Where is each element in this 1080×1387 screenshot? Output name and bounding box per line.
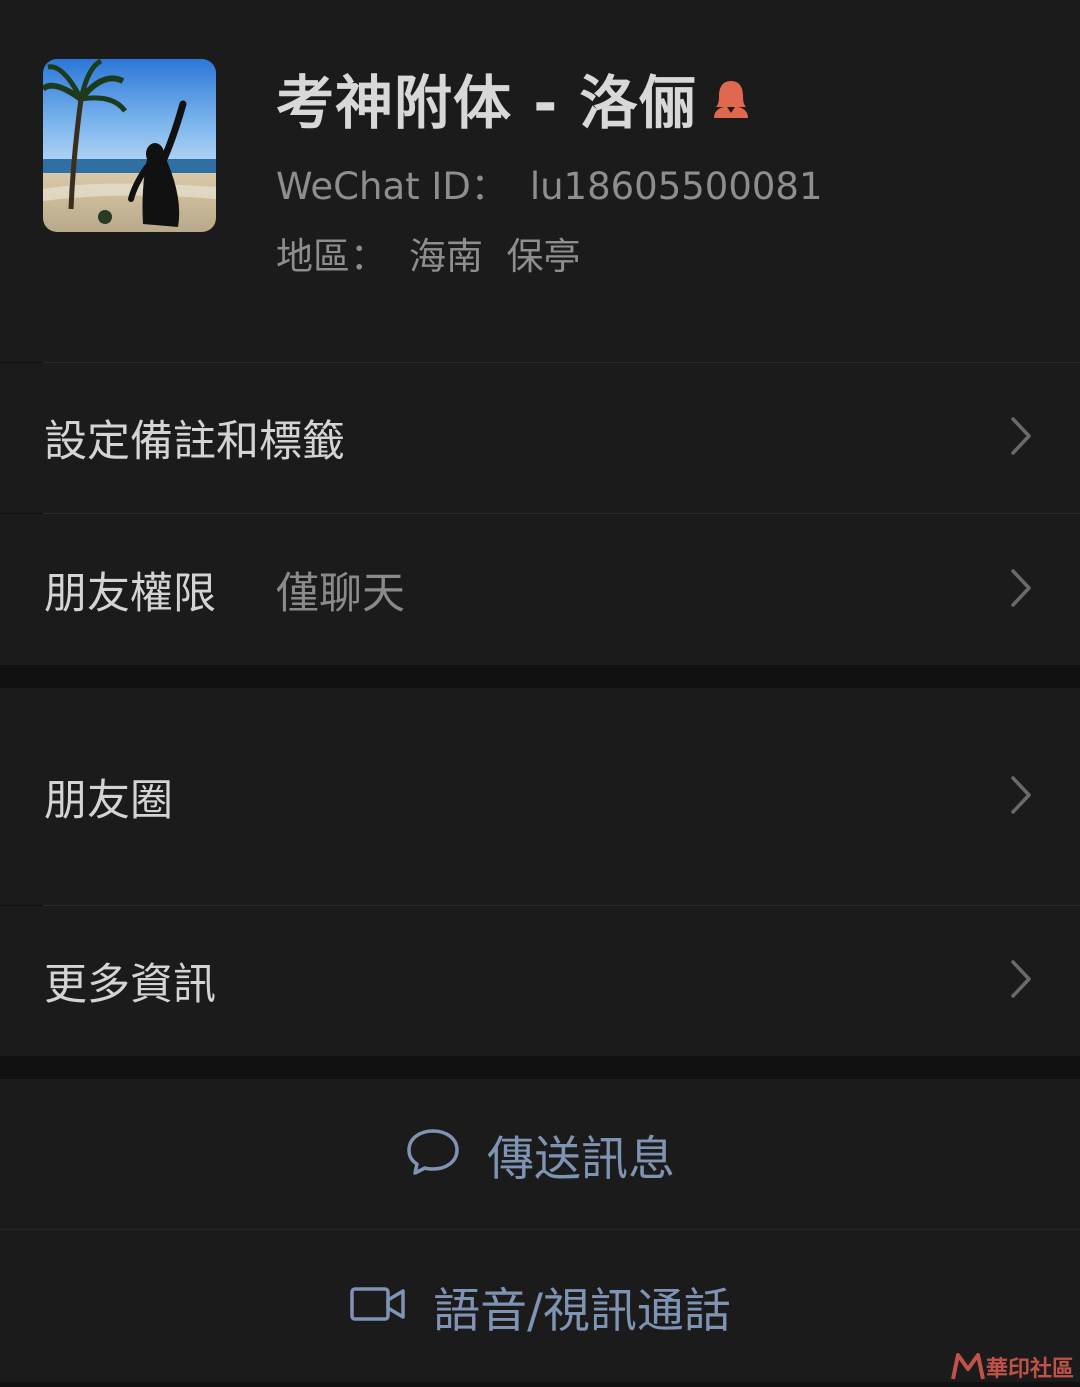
region-label: 地區： [276,235,387,278]
chat-bubble-icon [405,1127,461,1181]
region-value: 海南 保亭 [409,235,581,278]
watermark: 華印社區 [950,1351,1074,1383]
moments-label: 朋友圈 [44,775,173,826]
female-icon [711,78,751,122]
wechat-id-label: WeChat ID： [276,165,508,208]
region: 地區： 海南 保亭 [276,226,581,280]
profile-header: 考神附体 - 洛俪 WeChat ID： lu18605500081 地區： 海南 … [0,0,1080,362]
video-camera-icon [349,1284,407,1328]
watermark-logo-icon [951,1353,985,1380]
watermark-text: 華印社區 [985,1357,1074,1382]
chevron-right-icon [1010,568,1032,612]
avatar[interactable] [43,59,216,232]
wechat-id: WeChat ID： lu18605500081 [276,156,823,210]
chevron-right-icon [1010,775,1032,819]
voice-video-call-button[interactable]: 語音/視訊通話 [0,1230,1080,1382]
profile-name: 考神附体 - 洛俪 [276,69,698,137]
chevron-right-icon [1010,416,1032,460]
more-info-label: 更多資訊 [44,960,216,1010]
remark-tags-label: 設定備註和標籤 [44,417,345,467]
name-row: 考神附体 - 洛俪 [276,62,751,137]
friend-permission-row[interactable]: 朋友權限 僅聊天 [0,514,1080,665]
friend-permission-value: 僅聊天 [276,568,405,619]
send-message-label: 傳送訊息 [487,1131,675,1187]
wechat-id-value: lu18605500081 [529,165,823,208]
send-message-button[interactable]: 傳送訊息 [0,1079,1080,1229]
more-info-row[interactable]: 更多資訊 [0,906,1080,1056]
avatar-photo-icon [43,59,216,232]
chevron-right-icon [1010,959,1032,1003]
moments-row[interactable]: 朋友圈 [0,688,1080,905]
remark-tags-row[interactable]: 設定備註和標籤 [0,363,1080,513]
friend-permission-label: 朋友權限 [44,568,216,619]
voice-video-call-label: 語音/視訊通話 [433,1283,731,1339]
